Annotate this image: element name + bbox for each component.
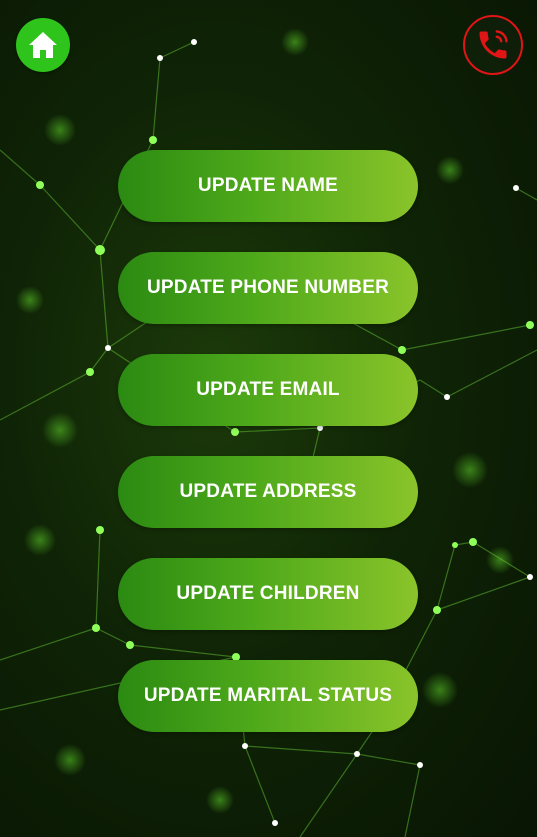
update-children-label: UPDATE CHILDREN	[176, 583, 360, 604]
update-marital-status-button[interactable]: UPDATE MARITAL STATUS	[118, 660, 418, 732]
update-phone-number-label: UPDATE PHONE NUMBER	[146, 277, 389, 298]
phone-call-icon	[479, 30, 508, 59]
update-address-label: UPDATE ADDRESS	[179, 481, 357, 502]
update-email-button[interactable]: UPDATE EMAIL	[118, 354, 418, 426]
update-marital-status-label: UPDATE MARITAL STATUS	[143, 685, 393, 706]
update-name-label: UPDATE NAME	[197, 175, 339, 196]
update-children-button[interactable]: UPDATE CHILDREN	[118, 558, 418, 630]
update-email-label: UPDATE EMAIL	[196, 379, 340, 400]
home-button[interactable]	[16, 18, 70, 72]
update-address-button[interactable]: UPDATE ADDRESS	[118, 456, 418, 528]
call-button[interactable]	[463, 15, 523, 75]
update-name-button[interactable]: UPDATE NAME	[118, 150, 418, 222]
home-icon	[29, 32, 57, 58]
update-phone-number-button[interactable]: UPDATE PHONE NUMBER	[118, 252, 418, 324]
update-menu: UPDATE NAME UPDATE PHONE NUMBER UPDATE E…	[118, 150, 418, 762]
